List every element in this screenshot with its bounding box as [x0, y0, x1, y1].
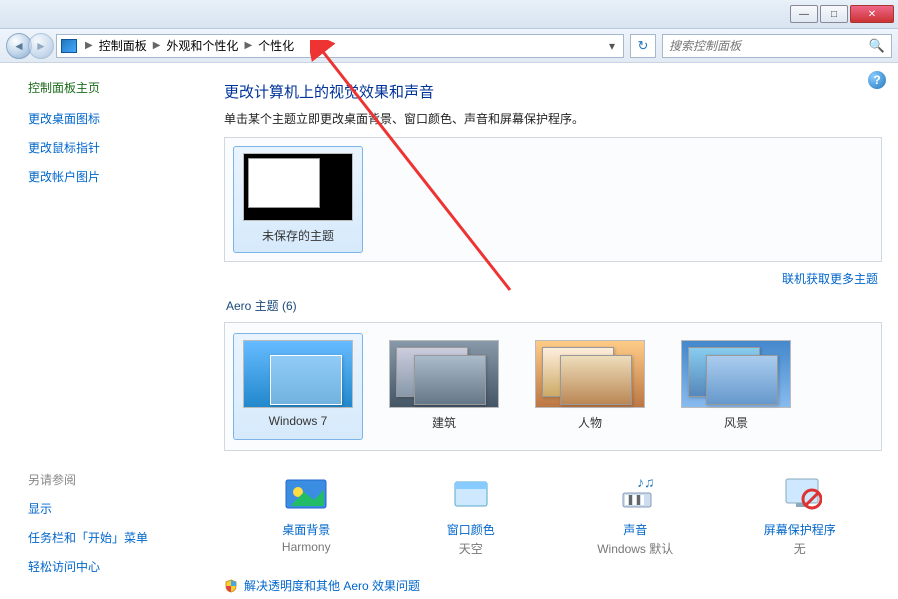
sidebar-link-desktop-icons[interactable]: 更改桌面图标	[28, 110, 188, 127]
sidebar-link-mouse-pointers[interactable]: 更改鼠标指针	[28, 139, 188, 156]
theme-windows7[interactable]: Windows 7	[233, 333, 363, 440]
chevron-right-icon: ▶	[242, 40, 254, 51]
theme-characters[interactable]: 人物	[525, 333, 655, 440]
page-subtitle: 单击某个主题立即更改桌面背景、窗口颜色、声音和屏幕保护程序。	[224, 110, 882, 127]
search-icon: 🔍	[869, 38, 885, 54]
sidebar-link-display[interactable]: 显示	[28, 500, 188, 517]
svg-text:♪♫: ♪♫	[637, 475, 655, 490]
breadcrumb-personalization[interactable]: 个性化	[254, 37, 298, 54]
breadcrumb-control-panel[interactable]: 控制面板	[95, 37, 151, 54]
aero-troubleshoot-link[interactable]: 解决透明度和其他 Aero 效果问题	[224, 577, 882, 594]
sound-icon: ♪♫	[613, 475, 657, 515]
setting-label: 声音	[560, 521, 710, 538]
theme-settings-row: 桌面背景 Harmony 窗口颜色 天空 ♪♫ 声音 Windows 默认	[224, 475, 882, 557]
minimize-button[interactable]: —	[790, 5, 818, 23]
help-icon[interactable]: ?	[868, 71, 886, 89]
setting-label: 桌面背景	[231, 521, 381, 538]
breadcrumb-appearance[interactable]: 外观和个性化	[162, 37, 242, 54]
theme-label: 未保存的主题	[238, 227, 358, 244]
close-button[interactable]: ✕	[850, 5, 894, 23]
setting-value: 天空	[396, 540, 546, 557]
control-panel-home-link[interactable]: 控制面板主页	[28, 79, 188, 96]
aero-themes-heading: Aero 主题 (6)	[226, 297, 882, 314]
aero-themes-section: Windows 7 建筑 人物	[224, 322, 882, 451]
theme-landscapes[interactable]: 风景	[671, 333, 801, 440]
theme-label: 建筑	[384, 414, 504, 431]
screensaver-icon	[778, 475, 822, 515]
setting-value: Windows 默认	[560, 540, 710, 557]
theme-architecture[interactable]: 建筑	[379, 333, 509, 440]
desktop-bg-icon	[284, 475, 328, 515]
search-box[interactable]: 🔍	[662, 34, 892, 58]
desktop-background-button[interactable]: 桌面背景 Harmony	[231, 475, 381, 557]
address-bar[interactable]: ▶ 控制面板 ▶ 外观和个性化 ▶ 个性化 ▾	[56, 34, 624, 58]
get-more-themes-link[interactable]: 联机获取更多主题	[224, 270, 878, 287]
address-dropdown-icon[interactable]: ▾	[605, 39, 619, 53]
sidebar-link-account-picture[interactable]: 更改帐户图片	[28, 168, 188, 185]
screensaver-button[interactable]: 屏幕保护程序 无	[725, 475, 875, 557]
window-titlebar: — □ ✕	[0, 0, 898, 29]
see-also-heading: 另请参阅	[28, 471, 188, 488]
personalization-icon	[61, 39, 77, 53]
search-input[interactable]	[669, 39, 869, 53]
main-content: ? 更改计算机上的视觉效果和声音 单击某个主题立即更改桌面背景、窗口颜色、声音和…	[200, 63, 898, 599]
theme-label: 风景	[676, 414, 796, 431]
sidebar: 控制面板主页 更改桌面图标 更改鼠标指针 更改帐户图片 另请参阅 显示 任务栏和…	[0, 63, 200, 599]
setting-value: 无	[725, 540, 875, 557]
window-color-button[interactable]: 窗口颜色 天空	[396, 475, 546, 557]
my-themes-section: 未保存的主题	[224, 137, 882, 262]
forward-button[interactable]: ►	[28, 33, 54, 59]
page-title: 更改计算机上的视觉效果和声音	[224, 81, 882, 102]
troubleshoot-label: 解决透明度和其他 Aero 效果问题	[244, 577, 420, 594]
sidebar-link-taskbar[interactable]: 任务栏和「开始」菜单	[28, 529, 188, 546]
chevron-right-icon: ▶	[83, 40, 95, 51]
theme-label: Windows 7	[238, 414, 358, 428]
theme-unsaved[interactable]: 未保存的主题	[233, 146, 363, 253]
sounds-button[interactable]: ♪♫ 声音 Windows 默认	[560, 475, 710, 557]
setting-label: 屏幕保护程序	[725, 521, 875, 538]
window-color-icon	[449, 475, 493, 515]
setting-value: Harmony	[231, 540, 381, 554]
chevron-right-icon: ▶	[151, 40, 163, 51]
navigation-bar: ◄ ► ▶ 控制面板 ▶ 外观和个性化 ▶ 个性化 ▾ ↻ 🔍	[0, 29, 898, 63]
shield-icon	[224, 579, 238, 593]
maximize-button[interactable]: □	[820, 5, 848, 23]
refresh-button[interactable]: ↻	[630, 34, 656, 58]
setting-label: 窗口颜色	[396, 521, 546, 538]
sidebar-link-ease-of-access[interactable]: 轻松访问中心	[28, 558, 188, 575]
theme-label: 人物	[530, 414, 650, 431]
